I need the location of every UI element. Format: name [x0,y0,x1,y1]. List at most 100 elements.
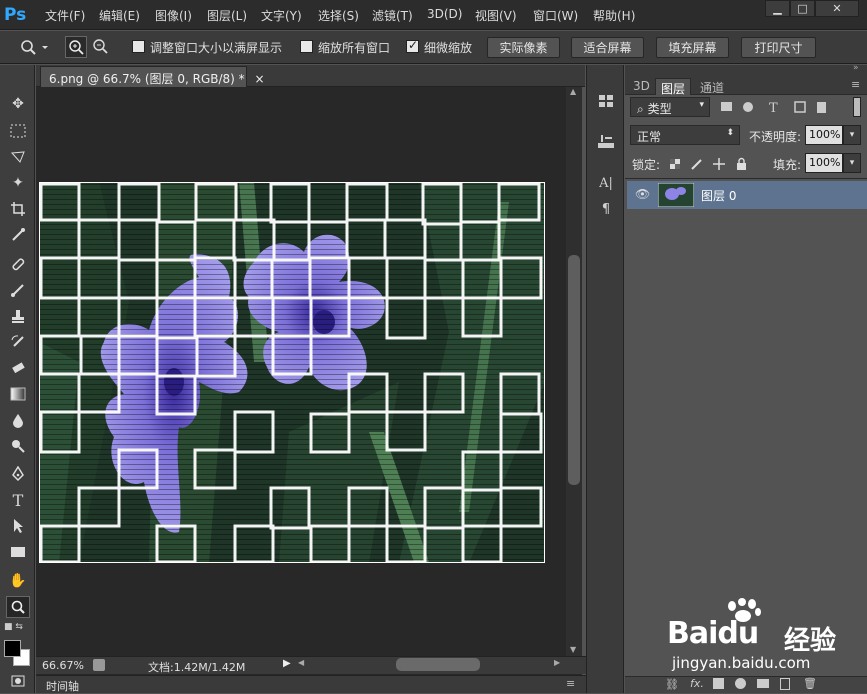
vertical-scroll-thumb[interactable] [568,255,580,485]
filter-toggle-switch[interactable] [853,97,861,117]
layer-row[interactable]: 👁 图层 0 [627,181,867,209]
lasso-tool-icon[interactable] [6,146,30,168]
scrubby-zoom-checkbox[interactable] [406,38,419,53]
document-tab[interactable]: 6.png @ 66.7% (图层 0, RGB/8) * × [40,66,265,87]
zoom-level[interactable]: 66.67% [42,659,84,672]
close-window-button[interactable]: ✕ [815,0,859,17]
share-icon[interactable] [93,659,105,671]
fill-screen-button[interactable]: 填充屏幕 [656,37,729,58]
menu-filter[interactable]: 滤镜(T) [372,7,413,24]
healing-brush-icon[interactable] [6,253,30,275]
horizontal-scroll-thumb[interactable] [396,658,480,671]
menu-bar: Ps 文件(F) 编辑(E) 图像(I) 图层(L) 文字(Y) 选择(S) 滤… [0,0,867,30]
brush-tool-icon[interactable] [6,279,30,301]
lock-label: 锁定: [632,158,661,172]
quick-mask-icon[interactable] [6,670,30,692]
scroll-left-arrow-icon[interactable]: ◀ [298,658,304,667]
magic-wand-icon[interactable]: ✦ [6,172,30,194]
lock-icons[interactable] [668,156,750,172]
image-canvas[interactable] [39,182,545,563]
fill-input[interactable]: 100% [805,153,843,173]
minimize-button[interactable]: ▁ [765,0,790,17]
panel-collapse-icon[interactable]: » [853,63,859,73]
visibility-eye-icon[interactable]: 👁 [635,187,650,201]
document-tab-title: 6.png @ 66.7% (图层 0, RGB/8) * [49,72,245,86]
close-tab-icon[interactable]: × [255,72,265,86]
panel-divider [625,178,867,179]
new-group-icon[interactable] [757,679,769,688]
delete-layer-icon[interactable]: 🗑 [803,677,817,690]
menu-edit[interactable]: 编辑(E) [99,7,140,24]
eyedropper-icon[interactable] [6,224,30,246]
menu-type[interactable]: 文字(Y) [261,7,302,24]
timeline-label[interactable]: 时间轴 [46,678,79,694]
scroll-right-arrow-icon[interactable]: ▶ [554,658,560,667]
scroll-down-arrow-icon[interactable]: ▼ [570,645,576,654]
layer-style-icon[interactable]: fx. [690,677,704,690]
history-panel-icon[interactable] [595,91,617,111]
zoom-all-label: 缩放所有窗口 [318,41,391,55]
panel-menu-icon[interactable]: ≡ [851,78,860,91]
actions-panel-icon[interactable] [595,131,617,151]
scroll-up-arrow-icon[interactable]: ▲ [570,87,576,96]
opacity-label: 不透明度: [749,130,802,144]
menu-window[interactable]: 窗口(W) [533,7,578,24]
menu-help[interactable]: 帮助(H) [593,7,635,24]
opacity-dropdown-icon[interactable]: ▾ [843,125,861,145]
pen-tool-icon[interactable] [6,463,30,485]
zoom-tool-preset-icon[interactable] [20,39,50,55]
timeline-menu-icon[interactable]: ≡ [566,677,575,690]
hand-tool-icon[interactable]: ✋ [6,570,30,592]
zoom-out-icon[interactable] [90,36,112,58]
zoom-in-icon[interactable] [65,36,87,58]
gradient-tool-icon[interactable] [6,383,30,405]
marquee-tool-icon[interactable] [6,120,30,142]
status-menu-arrow-icon[interactable]: ▶ [283,658,291,669]
chevron-down-icon: ▾ [699,100,704,110]
menu-3d[interactable]: 3D(D) [427,7,462,21]
default-colors-icon[interactable]: ■ ⇆ [4,622,32,636]
layer-name[interactable]: 图层 0 [701,187,736,204]
layer-filter-icons[interactable]: T [719,99,839,115]
actual-pixels-button[interactable]: 实际像素 [487,37,560,58]
foreground-color-swatch[interactable] [4,640,21,657]
tab-channels[interactable]: 通道 [695,78,729,95]
crop-tool-icon[interactable] [6,198,30,220]
type-tool-icon[interactable]: T [6,489,30,511]
menu-file[interactable]: 文件(F) [45,7,85,24]
fill-dropdown-icon[interactable]: ▾ [843,153,861,173]
menu-layer[interactable]: 图层(L) [207,7,247,24]
tab-3d[interactable]: 3D [628,78,655,95]
eraser-tool-icon[interactable] [6,357,30,379]
clone-stamp-icon[interactable] [6,305,30,327]
path-selection-icon[interactable] [6,515,30,537]
menu-image[interactable]: 图像(I) [155,7,192,24]
dodge-tool-icon[interactable] [6,435,30,457]
opacity-input[interactable]: 100% [805,125,843,145]
baidu-url-text: jingyan.baidu.com [672,654,811,672]
character-panel-icon[interactable]: A| [595,173,617,193]
adjustment-layer-icon[interactable] [735,678,746,689]
blend-mode-value: 正常 [637,130,662,144]
menu-view[interactable]: 视图(V) [475,7,517,24]
blend-mode-select[interactable]: 正常 ⬍ [630,125,740,145]
rectangle-tool-icon[interactable] [6,541,30,563]
panel-tabs: 3D 图层 通道 ≡ [625,77,867,96]
history-brush-icon[interactable] [6,331,30,353]
menu-select[interactable]: 选择(S) [318,7,359,24]
new-layer-icon[interactable] [780,678,790,690]
fit-screen-button[interactable]: 适合屏幕 [571,37,644,58]
zoom-all-checkbox[interactable] [300,40,313,53]
blur-tool-icon[interactable] [6,409,30,431]
move-tool-icon[interactable]: ✥ [6,93,30,115]
paragraph-panel-icon[interactable]: ¶ [595,199,617,219]
layer-mask-icon[interactable] [713,678,724,689]
resize-windows-checkbox[interactable] [132,40,145,53]
print-size-button[interactable]: 打印尺寸 [741,37,816,58]
tab-layers[interactable]: 图层 [655,78,692,96]
maximize-button[interactable]: □ [790,0,815,17]
zoom-tool-icon[interactable] [6,596,30,618]
layer-filter-select[interactable]: ⌕ 类型 ▾ [630,97,710,117]
photoshop-logo: Ps [4,5,27,25]
link-layers-icon[interactable]: ⛓ [665,678,679,691]
